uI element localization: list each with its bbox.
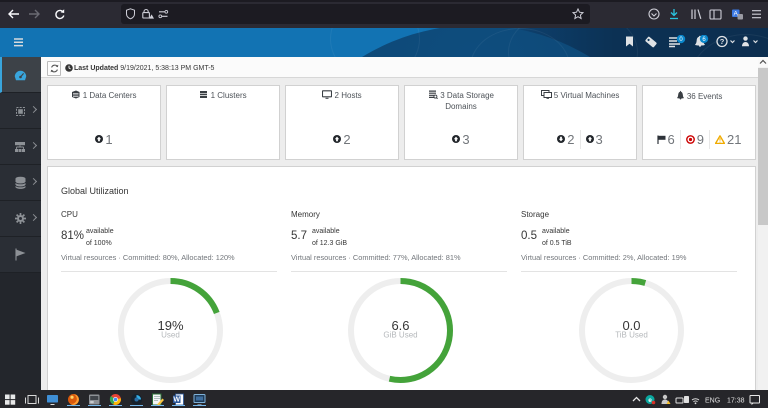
svg-text:TiB Used: TiB Used	[615, 331, 648, 340]
svg-text:GiB Used: GiB Used	[383, 331, 417, 340]
svg-text:ENG: ENG	[705, 397, 720, 404]
svg-text:W: W	[173, 397, 180, 404]
svg-text:Used: Used	[161, 331, 180, 340]
svg-text:?: ?	[720, 37, 725, 46]
svg-text:17:38: 17:38	[727, 397, 745, 404]
svg-text:e: e	[648, 397, 652, 404]
